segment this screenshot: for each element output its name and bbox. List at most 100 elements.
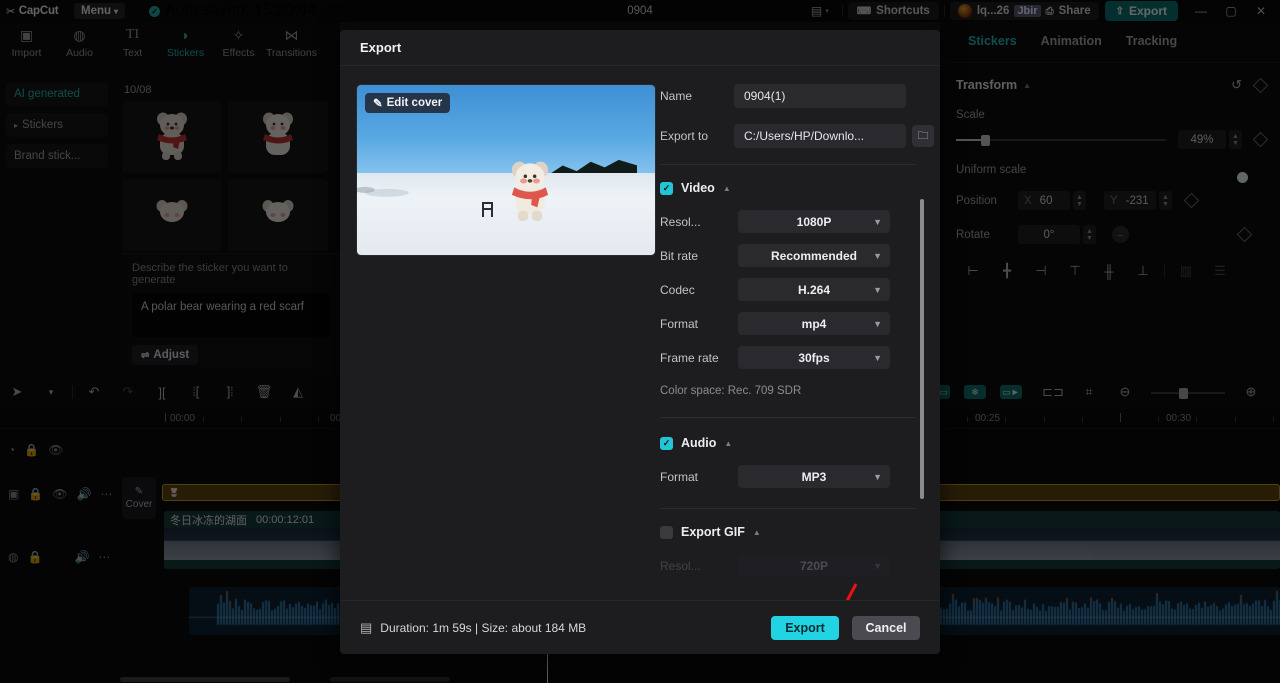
align-bottom-icon[interactable]: ⊥	[1126, 263, 1160, 279]
measure-icon[interactable]: ⌗	[1072, 384, 1106, 400]
panel-tab-stickers[interactable]: ◗ Stickers	[159, 26, 212, 59]
eye-icon[interactable]: 👁	[48, 443, 63, 457]
more-icon[interactable]: ⋯	[98, 550, 110, 564]
panel-tab-import[interactable]: ▣ Import	[0, 26, 53, 60]
align-middle-vertical-icon[interactable]: ╫	[1092, 264, 1126, 279]
tab-stickers[interactable]: Stickers	[968, 34, 1017, 62]
tool-dropdown-icon[interactable]: ▾	[34, 387, 68, 398]
rotate-stepper[interactable]: ▲ ▼	[1083, 225, 1096, 244]
framerate-select[interactable]: 30fps ▼	[738, 346, 890, 369]
lock-icon[interactable]: 🔒	[28, 487, 43, 501]
adjust-button[interactable]: ⇌ Adjust	[132, 345, 199, 365]
cover-button[interactable]: ✎ Cover	[122, 477, 156, 519]
slider-knob[interactable]	[981, 134, 991, 146]
nav-label: AI generated	[14, 88, 80, 100]
cancel-button[interactable]: Cancel	[852, 615, 920, 640]
chevron-up-icon[interactable]: ▲	[724, 439, 732, 448]
align-left-icon[interactable]: ⊢	[956, 263, 990, 279]
select-tool-icon[interactable]: ➤	[0, 384, 34, 400]
lock-icon[interactable]: 🔒	[27, 550, 42, 564]
music-icon[interactable]: ◍	[8, 550, 18, 564]
sticker-thumb[interactable]	[122, 179, 222, 251]
rotate-value[interactable]: 0°	[1018, 225, 1080, 244]
panel-tab-text[interactable]: TI Text	[106, 26, 159, 59]
chevron-up-icon[interactable]: ▲	[753, 528, 761, 537]
reset-icon[interactable]: ↺	[1231, 77, 1242, 93]
position-y-field[interactable]: Y -231	[1104, 191, 1156, 210]
align-center-horizontal-icon[interactable]: ╋	[990, 263, 1024, 279]
format-select[interactable]: mp4 ▼	[738, 312, 890, 335]
sticker-thumb[interactable]	[228, 101, 328, 173]
keyframe-diamond-icon[interactable]	[1252, 77, 1269, 93]
keyframe-diamond-icon[interactable]	[1252, 131, 1269, 148]
panel-tab-transitions[interactable]: ⋈ Transitions	[265, 26, 318, 60]
slider-knob[interactable]	[1179, 388, 1189, 399]
undo-icon[interactable]: ↶	[77, 384, 111, 400]
video-thumb	[164, 528, 350, 560]
resolution-select[interactable]: 1080P ▼	[738, 210, 890, 233]
delete-icon[interactable]: 🗑	[247, 384, 281, 400]
lock-icon[interactable]: 🔒	[24, 443, 39, 457]
timer-icon[interactable]: ◔	[8, 443, 15, 457]
zoom-in-icon[interactable]: ⊕	[1234, 384, 1268, 400]
panel-tab-effects[interactable]: ✧ Effects	[212, 26, 265, 60]
position-x-stepper[interactable]: ▲ ▼	[1073, 191, 1086, 210]
position-y-stepper[interactable]: ▲ ▼	[1159, 191, 1172, 210]
dialog-scrollbar[interactable]	[920, 199, 924, 499]
bitrate-select[interactable]: Recommended ▼	[738, 244, 890, 267]
export-button[interactable]: Export	[771, 615, 839, 640]
polar-bear-icon	[157, 112, 187, 160]
nav-brand-stickers[interactable]: Brand stick...	[6, 144, 108, 168]
gif-checkbox[interactable]	[660, 525, 673, 539]
align-top-icon[interactable]: ⊤	[1058, 263, 1092, 279]
mirror-icon[interactable]: ◭	[281, 384, 315, 400]
nav-stickers[interactable]: ▸ Stickers	[6, 113, 108, 137]
panel-tab-audio[interactable]: ◍ Audio	[53, 26, 106, 60]
split-right-icon[interactable]: ]⦙	[213, 384, 247, 400]
edit-cover-button[interactable]: ✎ Edit cover	[365, 93, 451, 113]
scale-value[interactable]: 49%	[1178, 130, 1226, 149]
video-checkbox[interactable]: ✓	[660, 181, 673, 195]
position-x-field[interactable]: X 60	[1018, 191, 1070, 210]
cover-preview[interactable]: ✎ Edit cover	[356, 84, 656, 256]
scale-stepper[interactable]: ▲ ▼	[1229, 130, 1242, 149]
more-icon[interactable]: ⋯	[100, 487, 112, 501]
volume-icon[interactable]: 🔊	[77, 487, 92, 501]
scale-slider[interactable]	[956, 133, 1166, 147]
audio-format-select[interactable]: MP3 ▼	[738, 465, 890, 488]
crop-icon[interactable]: ⊏⊐	[1036, 384, 1070, 400]
volume-icon[interactable]: 🔊	[74, 550, 89, 564]
nav-ai-generated[interactable]: AI generated	[6, 82, 108, 106]
sticker-thumb[interactable]	[228, 179, 328, 251]
freeze-frame-icon[interactable]: ❄	[964, 385, 998, 399]
prompt-input[interactable]: A polar bear wearing a red scarf	[132, 293, 330, 337]
split-icon[interactable]: ][	[145, 385, 179, 400]
keyframe-diamond-icon[interactable]	[1183, 192, 1200, 209]
keyframe-diamond-icon[interactable]	[1236, 226, 1253, 243]
uniform-scale-row: Uniform scale	[956, 164, 1266, 176]
zoom-out-icon[interactable]: ⊖	[1108, 384, 1142, 400]
tab-tracking[interactable]: Tracking	[1126, 34, 1177, 62]
chevron-up-icon[interactable]: ▲	[1023, 81, 1031, 90]
divider	[660, 164, 916, 165]
scrollbar-region[interactable]	[330, 677, 450, 682]
rotate-dial-icon[interactable]: –	[1112, 226, 1129, 243]
eye-icon[interactable]: 👁	[52, 487, 67, 501]
align-right-icon[interactable]: ⊣	[1024, 263, 1058, 279]
horizontal-scrollbar[interactable]	[120, 677, 290, 682]
split-center-icon[interactable]: ⦙[	[179, 384, 213, 400]
folder-icon[interactable]: 🗀	[912, 125, 934, 147]
tab-animation[interactable]: Animation	[1041, 34, 1102, 62]
gif-resolution-select[interactable]: 720P ▼	[738, 554, 890, 577]
cover-preview-area: ✎ Edit cover	[340, 66, 660, 600]
chevron-up-icon[interactable]: ▲	[723, 184, 731, 193]
name-input[interactable]: 0904(1)	[734, 84, 906, 108]
trim-right-icon[interactable]: ▭►	[1000, 385, 1034, 399]
audio-checkbox[interactable]: ✓	[660, 436, 673, 450]
timeline-zoom-slider[interactable]	[1151, 386, 1225, 399]
bitrate-label: Bit rate	[660, 248, 699, 263]
export-path-input[interactable]: C:/Users/HP/Downlo...	[734, 124, 906, 148]
video-icon[interactable]: ▣	[8, 487, 19, 501]
codec-select[interactable]: H.264 ▼	[738, 278, 890, 301]
sticker-thumb[interactable]	[122, 101, 222, 173]
